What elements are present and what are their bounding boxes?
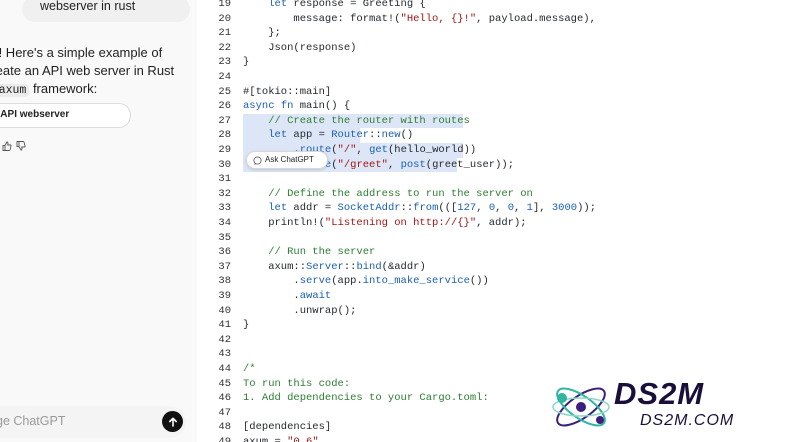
- line-number: 29: [218, 144, 231, 156]
- artifact-button-label: st API webserver: [0, 109, 70, 120]
- chat-bubble-icon: [253, 156, 262, 165]
- code-line[interactable]: To run this code:: [243, 377, 350, 392]
- canvas-artifact-button[interactable]: st API webserver: [0, 103, 131, 128]
- code-line[interactable]: axum::Server::bind(&addr): [243, 260, 426, 275]
- line-number: 24: [218, 71, 231, 83]
- code-line[interactable]: .unwrap();: [243, 304, 356, 319]
- code-line[interactable]: message: format!("Hello, {}!", payload.m…: [243, 12, 595, 27]
- thumbs-down-icon[interactable]: [16, 141, 26, 151]
- code-line[interactable]: async fn main() {: [243, 99, 350, 114]
- line-number: 46: [218, 392, 231, 405]
- user-message-text: webserver in rust: [40, 0, 136, 13]
- line-number: 47: [218, 406, 231, 419]
- code-line[interactable]: let app = Router::new(): [243, 128, 413, 143]
- assistant-line-3-suffix: framework:: [32, 81, 98, 96]
- code-line[interactable]: // Define the address to run the server …: [243, 187, 533, 202]
- line-number: 30: [218, 158, 231, 171]
- line-number: 19: [218, 0, 231, 10]
- send-button[interactable]: [162, 411, 183, 432]
- code-line[interactable]: }: [243, 318, 249, 333]
- line-number: 38: [218, 275, 231, 288]
- line-number: 42: [218, 333, 231, 346]
- ask-chatgpt-label: Ask ChatGPT: [265, 155, 314, 164]
- code-line[interactable]: Json(response): [243, 41, 356, 56]
- line-number: 44: [218, 363, 231, 375]
- code-line[interactable]: 1. Add dependencies to your Cargo.toml:: [243, 391, 489, 406]
- code-line[interactable]: #[tokio::main]: [243, 85, 331, 100]
- line-number: 20: [218, 12, 231, 25]
- line-number: 22: [218, 41, 231, 54]
- watermark-logo: DS2M DS2M.COM: [548, 376, 780, 440]
- line-number: 43: [218, 348, 231, 361]
- atom-logo-icon: [552, 387, 610, 427]
- code-line[interactable]: axum = "0.6": [243, 435, 319, 442]
- chat-pane: webserver in rust hing! Here's a simple …: [0, 0, 197, 442]
- message-feedback: [2, 141, 32, 153]
- code-line[interactable]: println!("Listening on http://{}", addr)…: [243, 216, 526, 231]
- line-number: 39: [218, 290, 231, 302]
- line-number: 33: [218, 202, 231, 215]
- user-message-bubble: webserver in rust: [22, 0, 190, 22]
- line-number: 25: [218, 85, 231, 98]
- watermark-subtitle: DS2M.COM: [640, 412, 735, 429]
- line-number: 37: [218, 260, 231, 273]
- line-number: 28: [218, 129, 231, 142]
- assistant-line-1: hing! Here's a simple example of: [0, 45, 163, 60]
- line-number: 48: [218, 421, 231, 434]
- code-line[interactable]: let addr = SocketAddr::from(([127, 0, 0,…: [243, 201, 596, 216]
- line-number: 26: [218, 100, 231, 113]
- line-number: 21: [218, 27, 231, 40]
- watermark-title: DS2M: [614, 376, 705, 411]
- code-line[interactable]: [dependencies]: [243, 420, 331, 435]
- line-number: 45: [218, 377, 231, 390]
- inline-code-axum: axum: [0, 84, 30, 97]
- code-line[interactable]: // Run the server: [243, 245, 375, 260]
- composer-placeholder: ge ChatGPT: [0, 414, 66, 428]
- line-number: 40: [218, 304, 231, 317]
- line-number: 27: [218, 114, 231, 127]
- code-line[interactable]: // Create the router with routes: [243, 114, 470, 129]
- line-number: 34: [218, 217, 231, 229]
- line-number: 32: [218, 187, 231, 200]
- message-composer[interactable]: ge ChatGPT: [0, 406, 186, 438]
- code-line[interactable]: .serve(app.into_make_service()): [243, 274, 488, 289]
- arrow-up-icon: [168, 417, 177, 427]
- code-line[interactable]: let response = Greeting {: [243, 0, 426, 12]
- assistant-line-2: o create an API web server in Rust: [0, 63, 175, 78]
- line-number: 35: [218, 231, 231, 244]
- line-number: 31: [218, 173, 231, 186]
- code-line[interactable]: }: [243, 55, 249, 70]
- line-number: 49: [218, 436, 231, 442]
- code-line[interactable]: };: [243, 26, 281, 41]
- line-number: 23: [218, 56, 231, 69]
- ask-chatgpt-popup[interactable]: Ask ChatGPT: [246, 151, 328, 169]
- assistant-line-3: the axum framework:: [0, 80, 194, 100]
- code-line[interactable]: /*: [243, 362, 256, 377]
- line-number: 41: [218, 319, 231, 332]
- thumbs-up-icon[interactable]: [2, 141, 12, 151]
- assistant-message: hing! Here's a simple example of o creat…: [0, 44, 194, 100]
- code-line[interactable]: .await: [243, 289, 331, 304]
- line-number: 36: [218, 246, 231, 259]
